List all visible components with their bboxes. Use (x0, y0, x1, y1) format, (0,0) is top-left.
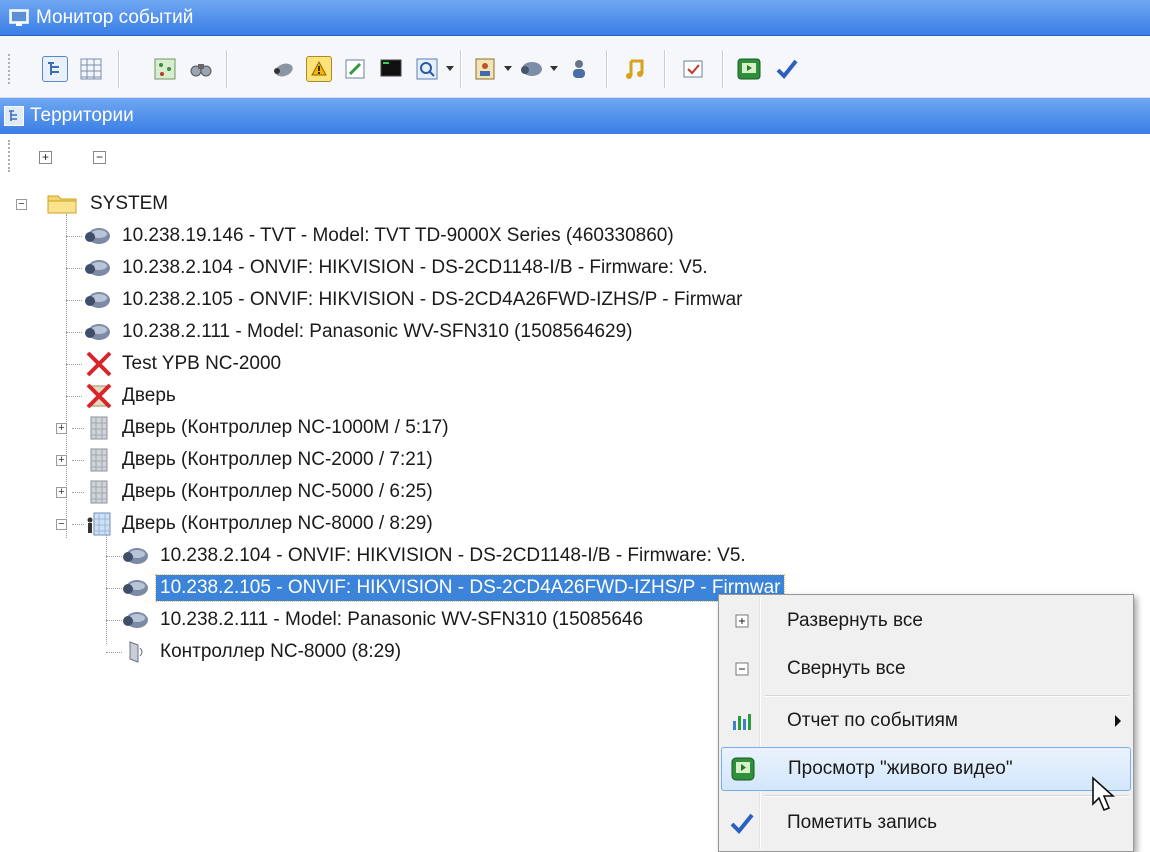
users-icon[interactable] (566, 56, 592, 82)
edit-icon[interactable] (342, 56, 368, 82)
tree-node-label: 10.238.2.111 - Model: Panasonic WV-SFN31… (122, 321, 633, 342)
door-icon (90, 480, 108, 504)
tree-node-camera[interactable]: 10.238.2.111 - Model: Panasonic WV-SFN31… (84, 316, 637, 348)
tree-node-label: Дверь (Контроллер NC-2000 / 7:21) (122, 449, 433, 470)
tree-node-camera[interactable]: 10.238.19.146 - TVT - Model: TVT TD-9000… (84, 220, 678, 252)
tree-node-door-offline[interactable]: Дверь (84, 380, 180, 412)
dropdown-arrow-icon[interactable] (446, 66, 454, 71)
submenu-arrow-icon (1115, 715, 1121, 727)
camera-icon (123, 580, 148, 596)
dropdown-arrow-icon[interactable] (504, 66, 512, 71)
search-window-icon[interactable] (414, 56, 440, 82)
camera-icon (123, 548, 148, 564)
menu-item-mark-record[interactable]: Пометить запись (721, 801, 1131, 845)
error-cross-icon (86, 383, 112, 409)
expand-toggle[interactable]: + (56, 423, 67, 434)
grid-view-icon[interactable] (78, 56, 104, 82)
main-toolbar (0, 36, 1150, 98)
monitor-black-icon[interactable] (378, 56, 404, 82)
menu-item-live-video[interactable]: Просмотр "живого видео" (721, 747, 1131, 791)
map-icon[interactable] (152, 56, 178, 82)
door-person-icon (87, 512, 111, 536)
collapse-toggle[interactable]: − (16, 199, 27, 210)
tree-node-door-open[interactable]: Дверь (Контроллер NC-8000 / 8:29) (84, 508, 437, 540)
expand-icon (735, 614, 749, 628)
camera-icon (85, 292, 110, 308)
live-video-icon[interactable] (736, 56, 762, 82)
tree-node-label: 10.238.19.146 - TVT - Model: TVT TD-9000… (122, 225, 674, 246)
tree-node-label: Контроллер NC-8000 (8:29) (160, 641, 402, 662)
tree-node-label: 10.238.2.105 - ONVIF: HIKVISION - DS-2CD… (154, 574, 786, 602)
window-title: Монитор событий (36, 6, 194, 28)
tree-node-system[interactable]: SYSTEM (46, 188, 172, 220)
checkmark-icon (730, 813, 754, 834)
tree-node-camera[interactable]: 10.238.2.105 - ONVIF: HIKVISION - DS-2CD… (84, 284, 746, 316)
folder-icon (47, 195, 77, 214)
tree-node-camera[interactable]: 10.238.2.111 - Model: Panasonic WV-SFN31… (122, 604, 647, 636)
camera-icon[interactable] (270, 56, 296, 82)
toolbar-grip[interactable] (8, 54, 13, 84)
tree-node-camera[interactable]: 10.238.2.104 - ONVIF: HIKVISION - DS-2CD… (122, 540, 750, 572)
menu-item-event-report[interactable]: Отчет по событиям (721, 699, 1131, 743)
tree-node-door[interactable]: Дверь (Контроллер NC-2000 / 7:21) (84, 444, 437, 476)
context-menu: Развернуть все Свернуть все Отчет по соб… (718, 594, 1134, 852)
chart-report-icon (733, 714, 751, 730)
tree-node-label: Test YPB NC-2000 (122, 353, 282, 374)
expand-all-button[interactable]: + (39, 151, 52, 164)
error-cross-icon (86, 351, 112, 377)
checkbox-icon[interactable] (680, 56, 706, 82)
tree-node-device-offline[interactable]: Test YPB NC-2000 (84, 348, 285, 380)
tree-node-label: 10.238.2.105 - ONVIF: HIKVISION - DS-2CD… (122, 289, 743, 310)
tree-node-label: Дверь (122, 385, 176, 406)
person-card-icon[interactable] (472, 56, 498, 82)
monitor-icon (9, 8, 29, 26)
music-note-icon[interactable] (622, 56, 648, 82)
tree-node-label: Дверь (Контроллер NC-5000 / 6:25) (122, 481, 433, 502)
tree-node-door[interactable]: Дверь (Контроллер NC-1000M / 5:17) (84, 412, 453, 444)
section-title: Территории (30, 105, 134, 126)
camera-icon (85, 324, 110, 340)
window-titlebar: Монитор событий (0, 0, 1150, 36)
tree-node-label: 10.238.2.104 - ONVIF: HIKVISION - DS-2CD… (122, 257, 708, 278)
expand-toggle[interactable]: + (56, 487, 67, 498)
tree-node-controller[interactable]: Контроллер NC-8000 (8:29) (122, 636, 405, 668)
tree-node-label: Дверь (Контроллер NC-8000 / 8:29) (122, 513, 433, 534)
dropdown-arrow-icon[interactable] (550, 66, 558, 71)
mouse-pointer-icon (1092, 776, 1116, 812)
camera-icon (85, 260, 110, 276)
camera-dropdown-icon[interactable] (518, 56, 544, 82)
camera-icon (123, 612, 148, 628)
door-icon (90, 448, 108, 472)
toolbar-grip[interactable] (8, 140, 13, 172)
territories-header: Территории (0, 98, 1150, 134)
tree-node-label: 10.238.2.104 - ONVIF: HIKVISION - DS-2CD… (160, 545, 746, 566)
tree-view-icon[interactable] (42, 56, 68, 82)
collapse-toggle[interactable]: − (56, 519, 67, 530)
menu-item-expand-all[interactable]: Развернуть все (721, 599, 1131, 643)
checkmark-icon[interactable] (774, 56, 800, 82)
tree-node-door[interactable]: Дверь (Контроллер NC-5000 / 6:25) (84, 476, 437, 508)
tree-toolbar (0, 134, 1150, 184)
binoculars-icon[interactable] (188, 56, 214, 82)
tree-node-label: Дверь (Контроллер NC-1000M / 5:17) (122, 417, 449, 438)
controller-icon (129, 641, 143, 663)
live-video-icon (731, 757, 755, 781)
menu-item-collapse-all[interactable]: Свернуть все (721, 647, 1131, 691)
collapse-all-button[interactable]: − (93, 151, 106, 164)
expand-toggle[interactable]: + (56, 455, 67, 466)
tree-node-label: 10.238.2.111 - Model: Panasonic WV-SFN31… (160, 609, 644, 630)
tree-view-icon (4, 106, 24, 126)
tree-node-camera-selected[interactable]: 10.238.2.105 - ONVIF: HIKVISION - DS-2CD… (122, 572, 786, 604)
tree-node-label: SYSTEM (90, 193, 169, 214)
alarm-icon[interactable] (306, 56, 332, 82)
door-icon (90, 416, 108, 440)
tree-node-camera[interactable]: 10.238.2.104 - ONVIF: HIKVISION - DS-2CD… (84, 252, 712, 284)
camera-icon (85, 228, 110, 244)
collapse-icon (735, 662, 749, 676)
